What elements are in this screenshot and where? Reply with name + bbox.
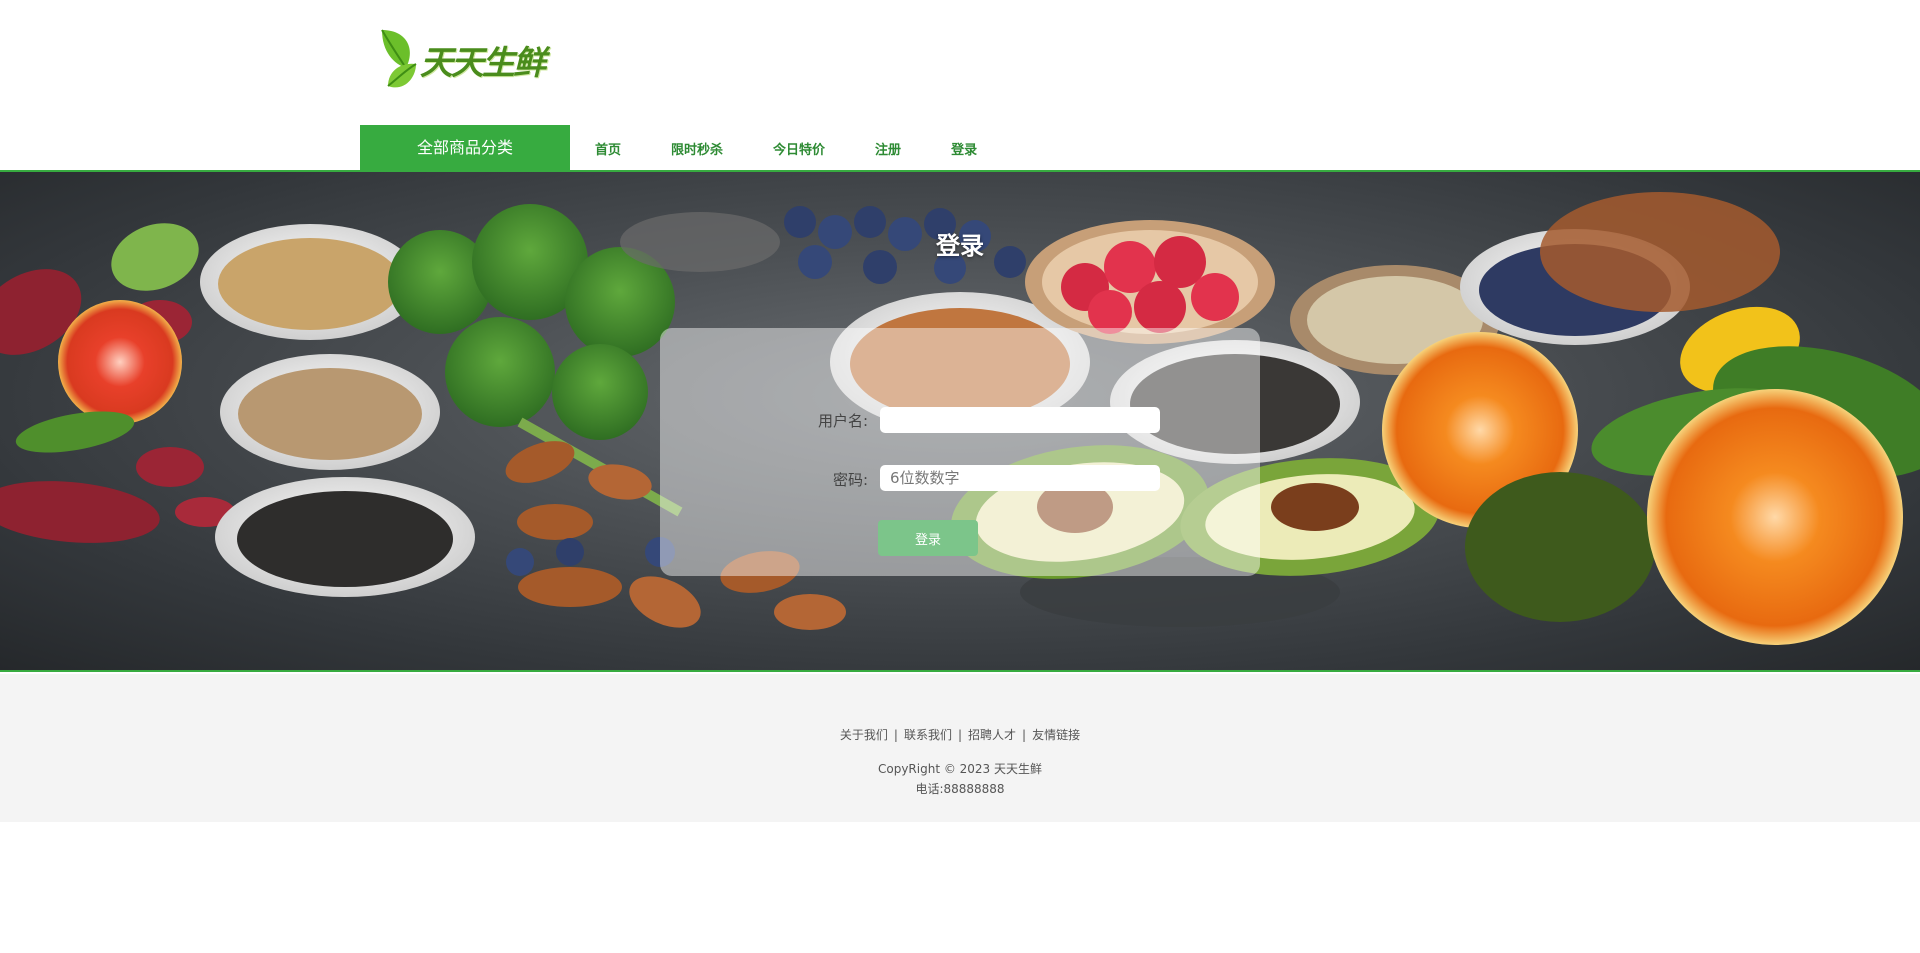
login-title: 登录 [936,232,984,260]
footer-links: 关于我们 | 联系我们 | 招聘人才 | 友情链接 [0,726,1920,743]
main-nav: 首页 限时秒杀 今日特价 注册 登录 [570,125,1002,171]
password-input[interactable] [880,465,1160,491]
login-submit-button[interactable]: 登录 [878,520,978,556]
footer-link-careers[interactable]: 招聘人才 [968,728,1016,742]
username-input[interactable] [880,407,1160,433]
nav-daily-deals[interactable]: 今日特价 [773,139,825,158]
site-logo[interactable]: 天天生鲜 [376,26,546,96]
footer-separator: | [893,728,898,742]
nav-flash-sale[interactable]: 限时秒杀 [671,139,723,158]
username-label: 用户名: [817,412,868,430]
footer-separator: | [957,728,963,742]
nav-home[interactable]: 首页 [595,139,621,158]
all-categories-button[interactable]: 全部商品分类 [360,125,570,171]
logo-text: 天天生鲜 [420,43,546,82]
footer-link-about[interactable]: 关于我们 [840,728,888,742]
footer-link-contact[interactable]: 联系我们 [904,728,952,742]
hero-banner: 登录 用户名: 密码: 登录 [0,172,1920,672]
site-footer: 关于我们 | 联系我们 | 招聘人才 | 友情链接 CopyRight © 2023 天天生… [0,674,1920,822]
nav-register[interactable]: 注册 [875,139,901,158]
footer-separator: | [1022,728,1027,742]
footer-link-friends[interactable]: 友情链接 [1032,728,1080,742]
password-label: 密码: [832,471,868,489]
nav-login[interactable]: 登录 [951,139,977,158]
phone-text: 电话:88888888 [915,782,1005,796]
login-form-panel: 用户名: 密码: 登录 [660,328,1260,576]
copyright-text: CopyRight © 2023 天天生鲜 [877,762,1043,776]
site-header: 天天生鲜 全部商品分类 首页 限时秒杀 今日特价 注册 登录 [0,0,1920,172]
